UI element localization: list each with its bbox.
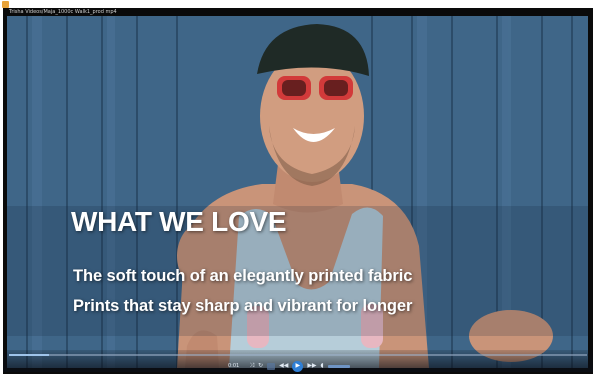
repeat-icon[interactable]: ↻ bbox=[258, 362, 263, 370]
video-frame[interactable]: WHAT WE LOVE The soft touch of an elegan… bbox=[7, 16, 588, 368]
playback-controls: 0:01 ⤨ ↻ ◀◀ ▶ ▶▶ ◖ bbox=[3, 350, 593, 372]
media-player-window: Trisha Videos/Maja_1000c Walk1_prod mp4 bbox=[3, 8, 593, 374]
mute-icon[interactable]: ◖ bbox=[321, 362, 324, 370]
elapsed-time: 0:01 bbox=[228, 363, 240, 369]
previous-icon[interactable]: ◀◀ bbox=[279, 362, 288, 370]
overlay-heading: WHAT WE LOVE bbox=[71, 206, 287, 237]
overlay-line-fabric: The soft touch of an elegantly printed f… bbox=[73, 267, 413, 285]
next-icon[interactable]: ▶▶ bbox=[307, 362, 316, 370]
overlay-line-prints: Prints that stay sharp and vibrant for l… bbox=[73, 297, 413, 315]
seek-bar[interactable] bbox=[9, 354, 587, 356]
shuffle-icon[interactable]: ⤨ bbox=[249, 362, 254, 370]
volume-slider[interactable] bbox=[327, 364, 350, 368]
window-title: Trisha Videos/Maja_1000c Walk1_prod mp4 bbox=[9, 9, 117, 15]
seek-progress bbox=[9, 354, 50, 356]
app-icon bbox=[2, 1, 9, 8]
stop-icon[interactable] bbox=[267, 362, 276, 370]
play-icon[interactable]: ▶ bbox=[292, 360, 304, 372]
control-bar: 0:01 ⤨ ↻ ◀◀ ▶ ▶▶ ◖ bbox=[228, 360, 373, 372]
